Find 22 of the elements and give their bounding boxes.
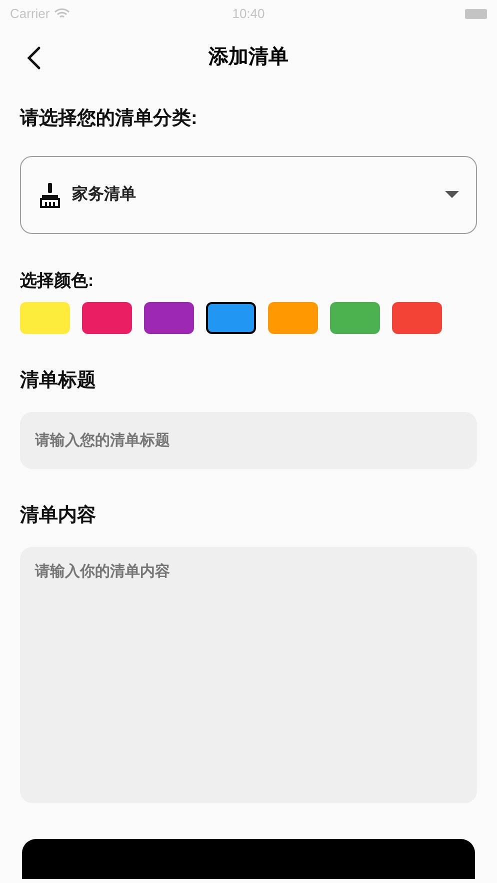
section-label: 清单标题	[20, 369, 97, 393]
page-title: 添加清单	[208, 45, 288, 70]
color-swatch[interactable]	[206, 302, 256, 334]
back-icon[interactable]	[26, 46, 42, 70]
title-input-field[interactable]: 请输入您的清单标题	[20, 412, 477, 469]
bottom-button[interactable]	[22, 839, 475, 879]
color-swatch[interactable]	[82, 302, 132, 334]
section-label: 清单内容	[20, 504, 97, 528]
broom-icon	[38, 182, 62, 208]
category-dropdown[interactable]: 家务清单	[20, 156, 477, 234]
color-swatch[interactable]	[330, 302, 380, 334]
battery-icon	[465, 9, 487, 19]
wifi-icon	[54, 8, 70, 20]
dropdown-value: 家务清单	[72, 184, 137, 205]
dropdown-caret-icon	[445, 191, 459, 199]
color-swatch[interactable]	[20, 302, 70, 334]
color-swatch[interactable]	[144, 302, 194, 334]
section-label: 请选择您的清单分类:	[20, 107, 198, 131]
color-swatch[interactable]	[392, 302, 442, 334]
section-label: 选择颜色:	[20, 270, 95, 292]
content-textarea[interactable]: 请输入你的清单内容	[20, 547, 477, 803]
color-swatch[interactable]	[268, 302, 318, 334]
